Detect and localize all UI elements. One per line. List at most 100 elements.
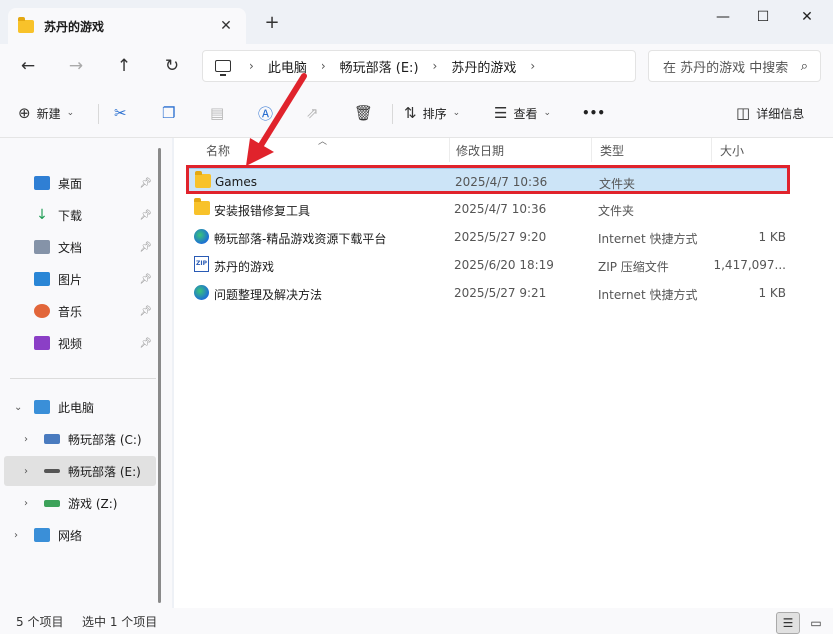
back-icon[interactable]: ← bbox=[14, 52, 42, 80]
tab-title: 苏丹的游戏 bbox=[44, 19, 105, 34]
network-drive-icon bbox=[44, 499, 60, 507]
file-type: 文件夹 bbox=[598, 204, 635, 218]
sidebar-item-label: 视频 bbox=[58, 336, 83, 351]
forward-icon[interactable]: → bbox=[62, 52, 90, 80]
selection-count: 选中 1 个项目 bbox=[82, 615, 158, 629]
sidebar-item-label: 音乐 bbox=[58, 304, 83, 319]
chevron-right-icon[interactable]: › bbox=[24, 466, 28, 477]
file-date: 2025/5/27 9:21 bbox=[454, 286, 547, 300]
file-date: 2025/6/20 18:19 bbox=[454, 258, 554, 272]
table-row[interactable]: 安装报错修复工具 2025/4/7 10:36 文件夹 bbox=[188, 196, 790, 222]
computer-icon bbox=[215, 60, 231, 76]
chevron-right-icon[interactable]: › bbox=[24, 498, 28, 509]
sidebar-item-this-pc[interactable]: ⌄ 此电脑 bbox=[0, 392, 156, 422]
sidebar-item-label: 文档 bbox=[58, 240, 83, 255]
sidebar-scrollbar[interactable] bbox=[158, 148, 161, 603]
refresh-icon[interactable]: ↻ bbox=[158, 52, 186, 80]
file-name: 苏丹的游戏 bbox=[214, 260, 275, 274]
details-button[interactable]: ◫ 详细信息 bbox=[736, 102, 804, 124]
chevron-right-icon[interactable]: › bbox=[321, 59, 326, 73]
paste-button[interactable]: ▤ bbox=[210, 102, 230, 124]
file-type: Internet 快捷方式 bbox=[598, 232, 698, 246]
column-header-type[interactable]: 类型 bbox=[592, 138, 712, 162]
sidebar-item-pictures[interactable]: 图片 📌︎ bbox=[0, 264, 156, 294]
sidebar-item-downloads[interactable]: ↓ 下载 📌︎ bbox=[0, 200, 156, 230]
chevron-down-icon: ⌄ bbox=[452, 108, 461, 118]
minimize-button[interactable]: — bbox=[708, 6, 738, 28]
details-label: 详细信息 bbox=[756, 106, 805, 121]
delete-button[interactable]: 🗑︎ bbox=[354, 102, 379, 124]
sidebar-item-desktop[interactable]: 桌面 📌︎ bbox=[0, 168, 156, 198]
divider bbox=[10, 378, 156, 379]
item-count: 5 个项目 bbox=[16, 615, 64, 629]
table-row[interactable]: 问题整理及解决方法 2025/5/27 9:21 Internet 快捷方式 1… bbox=[188, 280, 790, 306]
table-row[interactable]: 畅玩部落-精品游戏资源下载平台 2025/5/27 9:20 Internet … bbox=[188, 224, 790, 250]
tiles-view-icon[interactable]: ▭ bbox=[804, 612, 828, 634]
search-input[interactable]: 在 苏丹的游戏 中搜索 ⌕ bbox=[648, 50, 821, 82]
tab-close-icon[interactable]: ✕ bbox=[216, 16, 236, 36]
pin-icon[interactable]: 📌︎ bbox=[139, 306, 152, 317]
pin-icon[interactable]: 📌︎ bbox=[139, 274, 152, 285]
file-date: 2025/5/27 9:20 bbox=[454, 230, 547, 244]
sidebar-item-label: 图片 bbox=[58, 272, 83, 287]
shortcut-icon bbox=[194, 285, 209, 300]
sidebar-item-label: 畅玩部落 (E:) bbox=[68, 464, 141, 479]
sidebar-item-documents[interactable]: 文档 📌︎ bbox=[0, 232, 156, 262]
pin-icon[interactable]: 📌︎ bbox=[139, 210, 152, 221]
more-button[interactable]: ••• bbox=[582, 102, 605, 124]
sidebar-item-drive-e[interactable]: › 畅玩部落 (E:) bbox=[4, 456, 156, 486]
sidebar-item-drive-c[interactable]: › 畅玩部落 (C:) bbox=[0, 424, 156, 454]
up-icon[interactable]: ↑ bbox=[110, 52, 138, 80]
copy-button[interactable]: ❐ bbox=[162, 102, 181, 124]
annotation-arrow-icon bbox=[246, 73, 307, 166]
document-icon bbox=[34, 240, 50, 254]
new-button[interactable]: ⊕ 新建 ⌄ bbox=[18, 102, 74, 124]
network-icon bbox=[34, 528, 50, 542]
sidebar-item-videos[interactable]: 视频 📌︎ bbox=[0, 328, 156, 358]
search-icon[interactable]: ⌕ bbox=[796, 59, 808, 74]
status-bar: 5 个项目 选中 1 个项目 ☰ ▭ bbox=[0, 608, 833, 634]
desktop-icon bbox=[34, 176, 50, 190]
file-name: 问题整理及解决方法 bbox=[214, 288, 323, 302]
column-header-name[interactable]: 名称 bbox=[198, 138, 450, 162]
music-icon bbox=[34, 304, 50, 318]
cut-button[interactable]: ✂ bbox=[114, 102, 133, 124]
sidebar-item-drive-z[interactable]: › 游戏 (Z:) bbox=[0, 488, 156, 518]
table-row[interactable]: ZIP 苏丹的游戏 2025/6/20 18:19 ZIP 压缩文件 1,417… bbox=[188, 252, 790, 278]
view-button[interactable]: ☰ 查看 ⌄ bbox=[494, 102, 551, 124]
new-tab-button[interactable]: + bbox=[262, 14, 282, 34]
sidebar-item-network[interactable]: › 网络 bbox=[0, 520, 156, 550]
pin-icon[interactable]: 📌︎ bbox=[139, 242, 152, 253]
details-view-icon[interactable]: ☰ bbox=[776, 612, 800, 634]
copy-icon: ❐ bbox=[162, 104, 176, 122]
chevron-right-icon[interactable]: › bbox=[433, 59, 438, 73]
chevron-down-icon[interactable]: ⌄ bbox=[14, 402, 22, 413]
search-placeholder: 在 苏丹的游戏 中搜索 bbox=[663, 60, 789, 76]
sidebar-item-label: 桌面 bbox=[58, 176, 83, 191]
pin-icon[interactable]: 📌︎ bbox=[139, 178, 152, 189]
folder-icon bbox=[194, 198, 210, 215]
divider bbox=[392, 104, 393, 124]
file-type: ZIP 压缩文件 bbox=[598, 260, 669, 274]
sort-icon: ⇅ bbox=[404, 104, 417, 122]
breadcrumb-folder[interactable]: 苏丹的游戏 bbox=[451, 57, 516, 76]
picture-icon bbox=[34, 272, 50, 286]
pin-icon[interactable]: 📌︎ bbox=[139, 338, 152, 349]
chevron-right-icon[interactable]: › bbox=[14, 530, 18, 541]
breadcrumb-drive[interactable]: 畅玩部落 (E:) bbox=[340, 57, 419, 76]
sidebar-item-music[interactable]: 音乐 📌︎ bbox=[0, 296, 156, 326]
navigation-bar: ← → ↑ ↻ › 此电脑 › 畅玩部落 (E:) › 苏丹的游戏 › 在 苏丹… bbox=[0, 44, 833, 88]
sort-button[interactable]: ⇅ 排序 ⌄ bbox=[404, 102, 460, 124]
column-header-size[interactable]: 大小 bbox=[712, 138, 792, 162]
video-icon bbox=[34, 336, 50, 350]
chevron-right-icon[interactable]: › bbox=[530, 59, 535, 73]
file-size: 1,417,097... bbox=[713, 258, 786, 272]
sort-label: 排序 bbox=[422, 106, 447, 121]
maximize-button[interactable]: ☐ bbox=[748, 6, 778, 28]
drive-icon bbox=[44, 434, 60, 444]
column-header-date[interactable]: 修改日期 bbox=[448, 138, 592, 162]
chevron-right-icon[interactable]: › bbox=[24, 434, 28, 445]
close-button[interactable]: ✕ bbox=[792, 6, 822, 28]
tab-active[interactable]: 苏丹的游戏 ✕ bbox=[8, 8, 246, 44]
trash-icon: 🗑︎ bbox=[354, 104, 374, 122]
